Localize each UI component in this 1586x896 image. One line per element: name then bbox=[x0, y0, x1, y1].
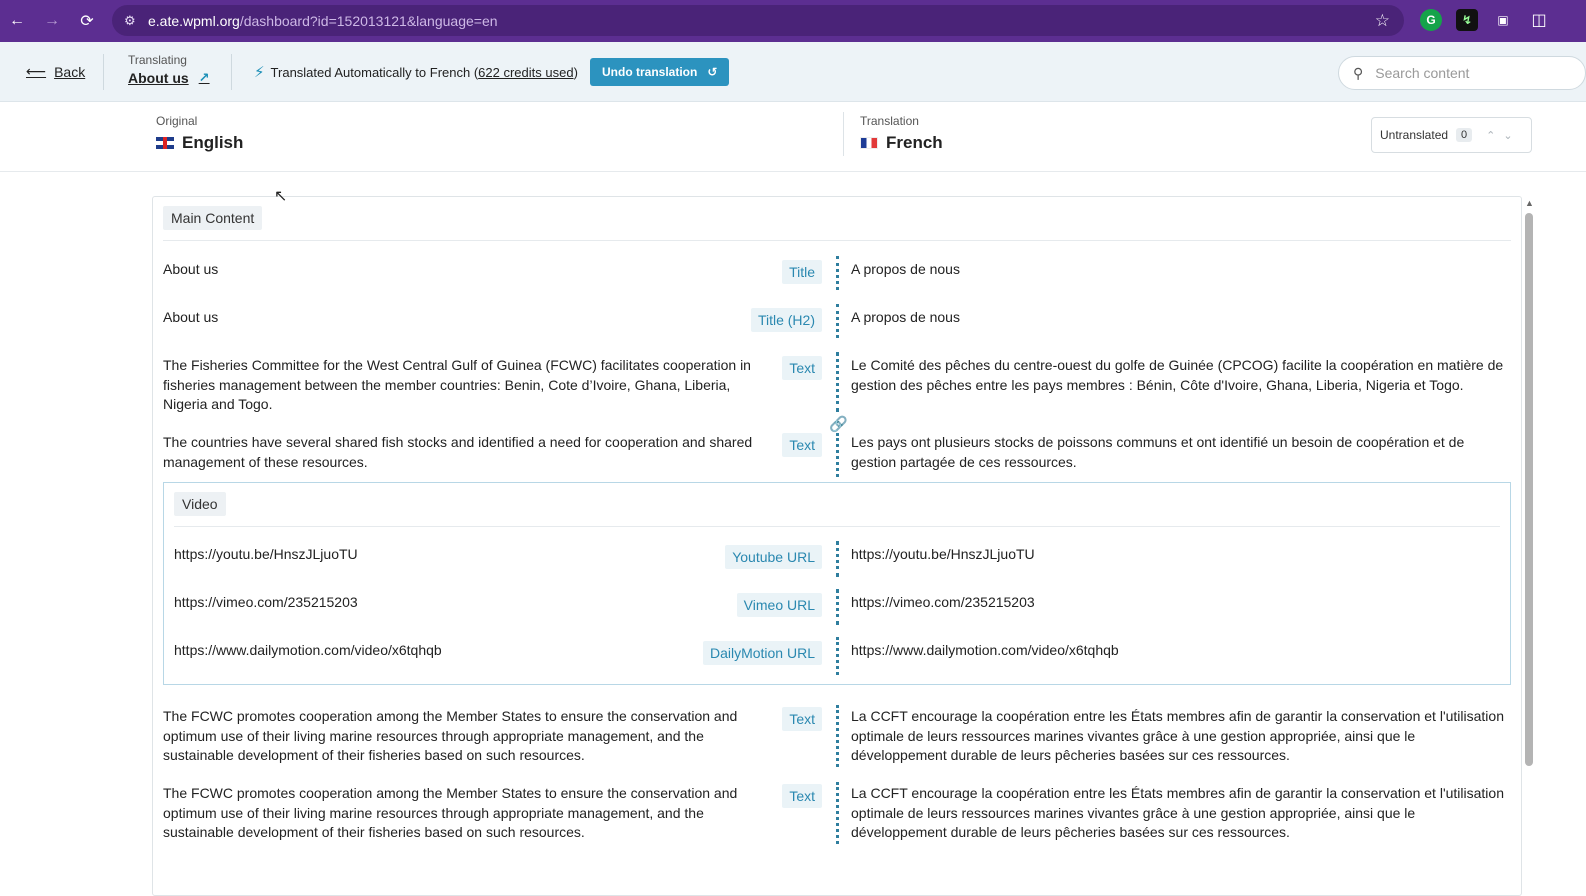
page-title: About us bbox=[128, 70, 189, 86]
search-content-input[interactable]: ⚲ Search content bbox=[1338, 56, 1586, 90]
translation-text[interactable]: La CCFT encourage la coopération entre l… bbox=[851, 707, 1513, 766]
translation-text[interactable]: A propos de nous bbox=[851, 308, 1511, 328]
source-text: About us bbox=[163, 261, 219, 277]
grammarly-extension-icon[interactable]: G bbox=[1420, 9, 1442, 31]
translation-text[interactable]: Le Comité des pêches du centre-ouest du … bbox=[851, 356, 1513, 395]
field-type-tag: Title (H2) bbox=[750, 308, 822, 332]
translation-text[interactable]: A propos de nous bbox=[851, 260, 1511, 280]
field-type-tag: Text bbox=[782, 356, 822, 380]
scroll-up-arrow-icon[interactable]: ▲ bbox=[1525, 198, 1534, 208]
original-language: Original English bbox=[156, 114, 243, 153]
source-text: The countries have several shared fish s… bbox=[163, 434, 753, 470]
translating-info: Translating About us ↗ bbox=[128, 53, 210, 86]
translation-language: Translation French bbox=[860, 114, 943, 153]
row-separator bbox=[836, 705, 839, 767]
field-type-tag: Vimeo URL bbox=[736, 593, 822, 617]
auto-translation-status: ⚡ Translated Automatically to French (62… bbox=[254, 63, 578, 81]
translation-text[interactable]: https://www.dailymotion.com/video/x6tqhq… bbox=[851, 641, 1491, 661]
section-main-content: Main Content bbox=[163, 206, 263, 230]
divider bbox=[843, 112, 844, 156]
translation-text[interactable]: La CCFT encourage la coopération entre l… bbox=[851, 784, 1513, 843]
row-separator bbox=[836, 304, 839, 338]
row-separator bbox=[836, 433, 839, 477]
search-icon: ⚲ bbox=[1353, 64, 1364, 81]
chevron-down-icon[interactable]: ⌄ bbox=[1503, 129, 1512, 142]
field-type-tag: Title bbox=[782, 260, 822, 284]
bookmark-star-icon[interactable]: ☆ bbox=[1375, 11, 1390, 31]
undo-translation-button[interactable]: Undo translation ↺ bbox=[590, 58, 730, 86]
original-label: Original bbox=[156, 114, 198, 128]
url-path: /dashboard?id=152013121&language=en bbox=[239, 12, 498, 29]
site-settings-icon[interactable]: ⚙ bbox=[124, 13, 148, 29]
editor-header: ⟵ Back Translating About us ↗ ⚡ Translat… bbox=[0, 42, 1586, 102]
language-bar: Original English Translation French Untr… bbox=[0, 102, 1586, 172]
back-arrow-icon[interactable]: ← bbox=[0, 4, 34, 38]
divider bbox=[174, 526, 1500, 527]
undo-icon: ↺ bbox=[707, 65, 718, 79]
field-type-tag: Youtube URL bbox=[725, 545, 822, 569]
auto-translation-suffix: ) bbox=[573, 64, 578, 80]
uk-flag-icon bbox=[156, 137, 174, 149]
divider bbox=[163, 240, 1511, 241]
extensions-puzzle-icon[interactable]: ◫ bbox=[1528, 9, 1550, 31]
translation-language-name: French bbox=[886, 133, 943, 152]
untranslated-label: Untranslated bbox=[1380, 128, 1449, 142]
link-icon[interactable]: 🔗 bbox=[829, 415, 848, 433]
undo-translation-label: Undo translation bbox=[602, 65, 698, 79]
row-separator bbox=[836, 352, 839, 412]
source-text: https://youtu.be/HnszJLjuoTU bbox=[174, 546, 358, 562]
section-video: Video bbox=[174, 492, 226, 516]
translation-label: Translation bbox=[860, 114, 919, 128]
mouse-pointer-icon: ↖ bbox=[274, 188, 288, 205]
row-separator bbox=[836, 541, 839, 577]
field-type-tag: DailyMotion URL bbox=[702, 641, 822, 665]
back-link[interactable]: ⟵ Back bbox=[26, 63, 85, 80]
field-type-tag: Text bbox=[782, 433, 822, 457]
france-flag-icon bbox=[860, 137, 878, 149]
translating-label: Translating bbox=[128, 53, 187, 67]
row-separator bbox=[836, 589, 839, 625]
credits-used-link[interactable]: 622 credits used bbox=[478, 65, 573, 80]
auto-translation-text: Translated Automatically to French ( bbox=[270, 64, 479, 80]
divider bbox=[231, 54, 232, 90]
source-text: The FCWC promotes cooperation among the … bbox=[163, 708, 738, 763]
source-text: The FCWC promotes cooperation among the … bbox=[163, 785, 738, 840]
row-separator bbox=[836, 256, 839, 290]
source-text: https://vimeo.com/235215203 bbox=[174, 594, 358, 610]
field-type-tag: Text bbox=[782, 784, 822, 808]
row-separator bbox=[836, 637, 839, 675]
source-text: About us bbox=[163, 309, 219, 325]
field-type-tag: Text bbox=[782, 707, 822, 731]
reload-icon[interactable]: ⟳ bbox=[70, 4, 104, 38]
translation-text[interactable]: Les pays ont plusieurs stocks de poisson… bbox=[851, 433, 1513, 472]
bolt-extension-icon[interactable]: ↯ bbox=[1456, 9, 1478, 31]
source-text: The Fisheries Committee for the West Cen… bbox=[163, 357, 751, 412]
untranslated-navigator: Untranslated 0 ⌃ ⌄ bbox=[1371, 117, 1532, 153]
address-bar[interactable]: ⚙ e.ate.wpml.org/dashboard?id=152013121&… bbox=[112, 5, 1404, 36]
page-title-link[interactable]: About us ↗ bbox=[128, 70, 210, 86]
original-language-name: English bbox=[182, 133, 244, 152]
source-text: https://www.dailymotion.com/video/x6tqhq… bbox=[174, 642, 442, 658]
game-extension-icon[interactable]: ▣ bbox=[1492, 9, 1514, 31]
translation-text[interactable]: https://youtu.be/HnszJLjuoTU bbox=[851, 545, 1491, 565]
url-host: e.ate.wpml.org bbox=[148, 12, 240, 29]
search-placeholder: Search content bbox=[1375, 65, 1470, 81]
external-link-icon[interactable]: ↗ bbox=[199, 70, 210, 86]
untranslated-count: 0 bbox=[1456, 128, 1473, 142]
chevron-up-icon[interactable]: ⌃ bbox=[1486, 129, 1495, 142]
divider bbox=[103, 54, 104, 90]
back-label: Back bbox=[54, 63, 86, 80]
forward-arrow-icon[interactable]: → bbox=[35, 4, 69, 38]
row-separator bbox=[836, 782, 839, 844]
scrollbar-thumb[interactable] bbox=[1525, 213, 1533, 766]
lightning-icon: ⚡ bbox=[254, 64, 265, 81]
browser-toolbar: ← → ⟳ ⚙ e.ate.wpml.org/dashboard?id=1520… bbox=[0, 0, 1586, 42]
arrow-left-icon: ⟵ bbox=[26, 63, 47, 79]
translation-text[interactable]: https://vimeo.com/235215203 bbox=[851, 593, 1491, 613]
